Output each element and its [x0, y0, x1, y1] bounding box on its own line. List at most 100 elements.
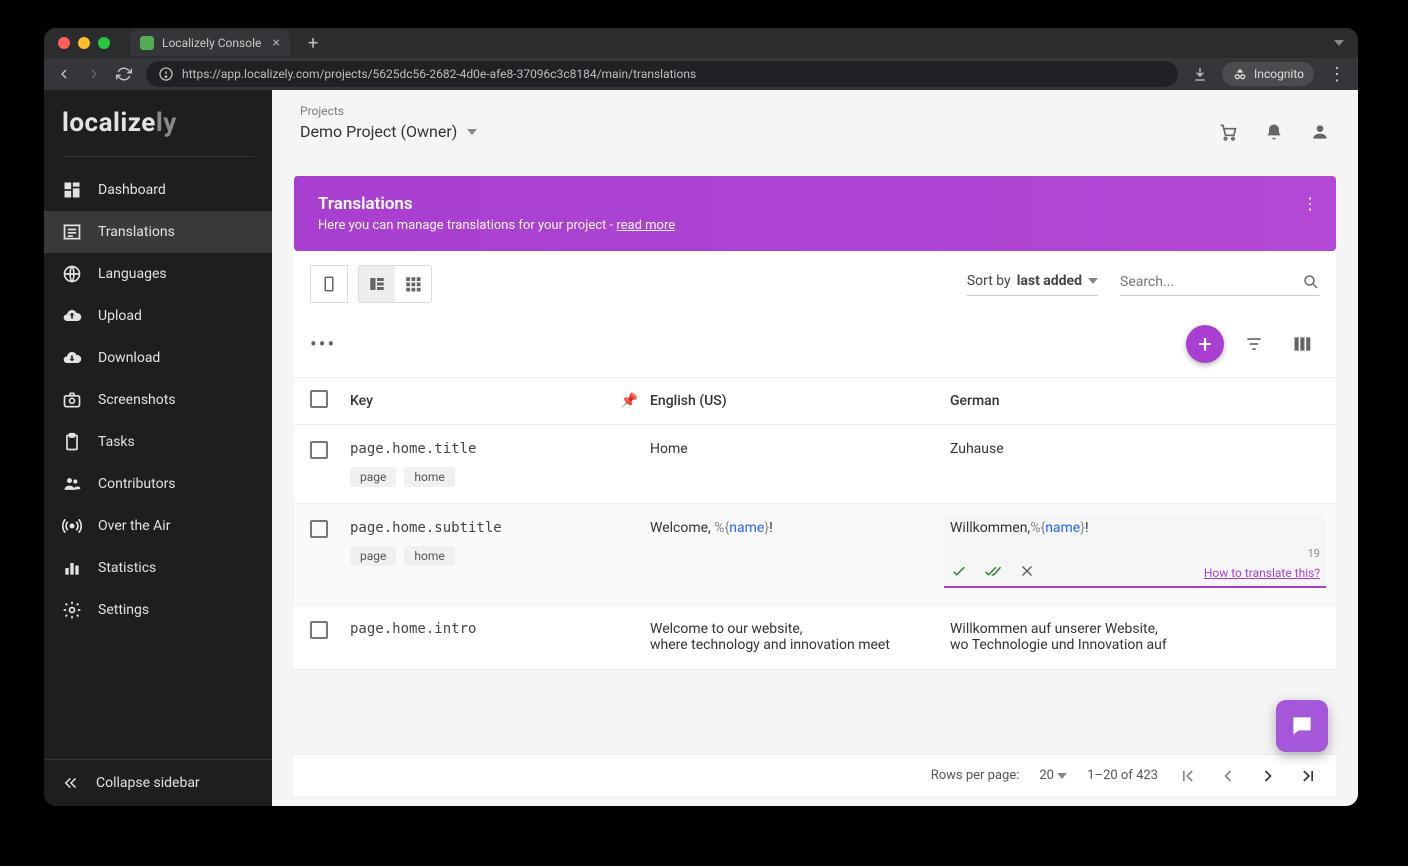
favicon-icon	[140, 36, 154, 50]
cell-german[interactable]: Willkommen auf unserer Website,wo Techno…	[950, 621, 1320, 653]
cart-icon[interactable]	[1218, 122, 1238, 142]
download-cloud-icon	[62, 348, 82, 368]
banner-text: Here you can manage translations for you…	[318, 218, 675, 233]
banner-link[interactable]: read more	[616, 218, 675, 233]
sidebar: localizely Dashboard Translations Langua…	[44, 90, 272, 806]
select-all-checkbox[interactable]	[310, 390, 328, 408]
check-all-icon[interactable]	[984, 562, 1002, 580]
sidebar-item-statistics[interactable]: Statistics	[44, 547, 272, 589]
view-mode-grid[interactable]	[395, 266, 431, 302]
header-german[interactable]: German	[950, 393, 1320, 409]
table-row[interactable]: page.home.intro Welcome to our website,w…	[294, 605, 1336, 670]
tag[interactable]: page	[350, 546, 396, 566]
key-text: page.home.title	[350, 441, 650, 457]
row-checkbox[interactable]	[310, 621, 328, 639]
globe-icon	[62, 264, 82, 284]
tag[interactable]: home	[404, 546, 454, 566]
collapse-sidebar[interactable]: Collapse sidebar	[44, 759, 272, 806]
cell-german-editing[interactable]: Willkommen,%{name}! 19 How to translate …	[950, 520, 1320, 588]
titlebar: Localizely Console × +	[44, 28, 1358, 58]
columns-button[interactable]	[1284, 326, 1320, 362]
breadcrumb[interactable]: Projects	[300, 104, 477, 118]
sidebar-item-screenshots[interactable]: Screenshots	[44, 379, 272, 421]
window-maximize[interactable]	[98, 37, 110, 49]
view-mode-single[interactable]	[310, 265, 348, 303]
tabs-menu-icon[interactable]	[1334, 40, 1344, 46]
antenna-icon	[62, 516, 82, 536]
search-input[interactable]	[1120, 274, 1302, 290]
page-next[interactable]	[1258, 766, 1278, 786]
header-english[interactable]: English (US)	[650, 393, 950, 409]
url-text: https://app.localizely.com/projects/5625…	[182, 67, 696, 81]
key-text: page.home.subtitle	[350, 520, 650, 536]
sidebar-item-download[interactable]: Download	[44, 337, 272, 379]
reload-icon[interactable]	[116, 66, 132, 82]
banner-menu-icon[interactable]: ⋮	[1302, 194, 1318, 213]
cell-english[interactable]: Welcome, %{name}!	[650, 520, 950, 588]
row-checkbox[interactable]	[310, 441, 328, 459]
browser-menu-icon[interactable]: ⋮	[1328, 64, 1346, 85]
header-key[interactable]: Key📌	[350, 393, 650, 409]
chat-fab[interactable]	[1276, 700, 1328, 752]
help-link[interactable]: How to translate this?	[1204, 566, 1320, 580]
browser-toolbar: https://app.localizely.com/projects/5625…	[44, 58, 1358, 90]
split-icon	[368, 275, 386, 293]
stats-icon	[62, 558, 82, 578]
sidebar-item-contributors[interactable]: Contributors	[44, 463, 272, 505]
rows-per-page-label: Rows per page:	[931, 768, 1020, 783]
translations-icon	[62, 222, 82, 242]
char-count: 19	[1308, 547, 1320, 560]
sidebar-item-settings[interactable]: Settings	[44, 589, 272, 631]
page-last[interactable]	[1298, 766, 1318, 786]
tag[interactable]: page	[350, 467, 396, 487]
sidebar-item-tasks[interactable]: Tasks	[44, 421, 272, 463]
sort-dropdown[interactable]: Sort by last added	[967, 273, 1098, 296]
tab-title: Localizely Console	[162, 36, 261, 50]
tag[interactable]: home	[404, 467, 454, 487]
browser-tab[interactable]: Localizely Console ×	[130, 30, 290, 56]
chat-icon	[1289, 713, 1315, 739]
sidebar-item-ota[interactable]: Over the Air	[44, 505, 272, 547]
cell-english[interactable]: Home	[650, 441, 950, 487]
rows-per-page-select[interactable]: 20	[1039, 768, 1067, 783]
sidebar-item-upload[interactable]: Upload	[44, 295, 272, 337]
sidebar-item-dashboard[interactable]: Dashboard	[44, 169, 272, 211]
gear-icon	[62, 600, 82, 620]
sidebar-item-translations[interactable]: Translations	[44, 211, 272, 253]
bell-icon[interactable]	[1264, 122, 1284, 142]
user-icon[interactable]	[1310, 122, 1330, 142]
url-bar[interactable]: https://app.localizely.com/projects/5625…	[146, 61, 1178, 87]
cell-german[interactable]: Zuhause	[950, 441, 1320, 487]
tab-close-icon[interactable]: ×	[273, 35, 280, 51]
table-row[interactable]: page.home.subtitle page home Welcome, %{n…	[294, 504, 1336, 605]
check-icon[interactable]	[950, 562, 968, 580]
close-icon[interactable]	[1018, 562, 1036, 580]
project-selector[interactable]: Demo Project (Owner)	[300, 122, 477, 141]
back-icon[interactable]	[56, 66, 72, 82]
window-minimize[interactable]	[78, 37, 90, 49]
row-checkbox[interactable]	[310, 520, 328, 538]
info-banner: Translations Here you can manage transla…	[294, 176, 1336, 251]
incognito-badge: Incognito	[1222, 62, 1314, 86]
new-tab-button[interactable]: +	[308, 33, 318, 54]
search-field[interactable]	[1120, 273, 1320, 296]
sidebar-item-languages[interactable]: Languages	[44, 253, 272, 295]
window-close[interactable]	[58, 37, 70, 49]
add-button[interactable]: +	[1186, 325, 1224, 363]
view-mode-split[interactable]	[359, 266, 395, 302]
download-icon[interactable]	[1192, 66, 1208, 82]
cell-english[interactable]: Welcome to our website,where technology …	[650, 621, 950, 653]
browser-window: Localizely Console × + https://app.local…	[44, 28, 1358, 806]
camera-icon	[62, 390, 82, 410]
page-first[interactable]	[1178, 766, 1198, 786]
more-actions[interactable]: •••	[310, 332, 336, 356]
logo: localizely	[44, 108, 272, 156]
page-prev[interactable]	[1218, 766, 1238, 786]
forward-icon[interactable]	[86, 66, 102, 82]
pin-icon[interactable]: 📌	[621, 393, 638, 409]
chevron-double-left-icon	[62, 774, 80, 792]
columns-icon	[1292, 334, 1312, 354]
banner-title: Translations	[318, 194, 675, 214]
filter-button[interactable]	[1236, 326, 1272, 362]
table-row[interactable]: page.home.title page home Home Zuhause	[294, 425, 1336, 504]
